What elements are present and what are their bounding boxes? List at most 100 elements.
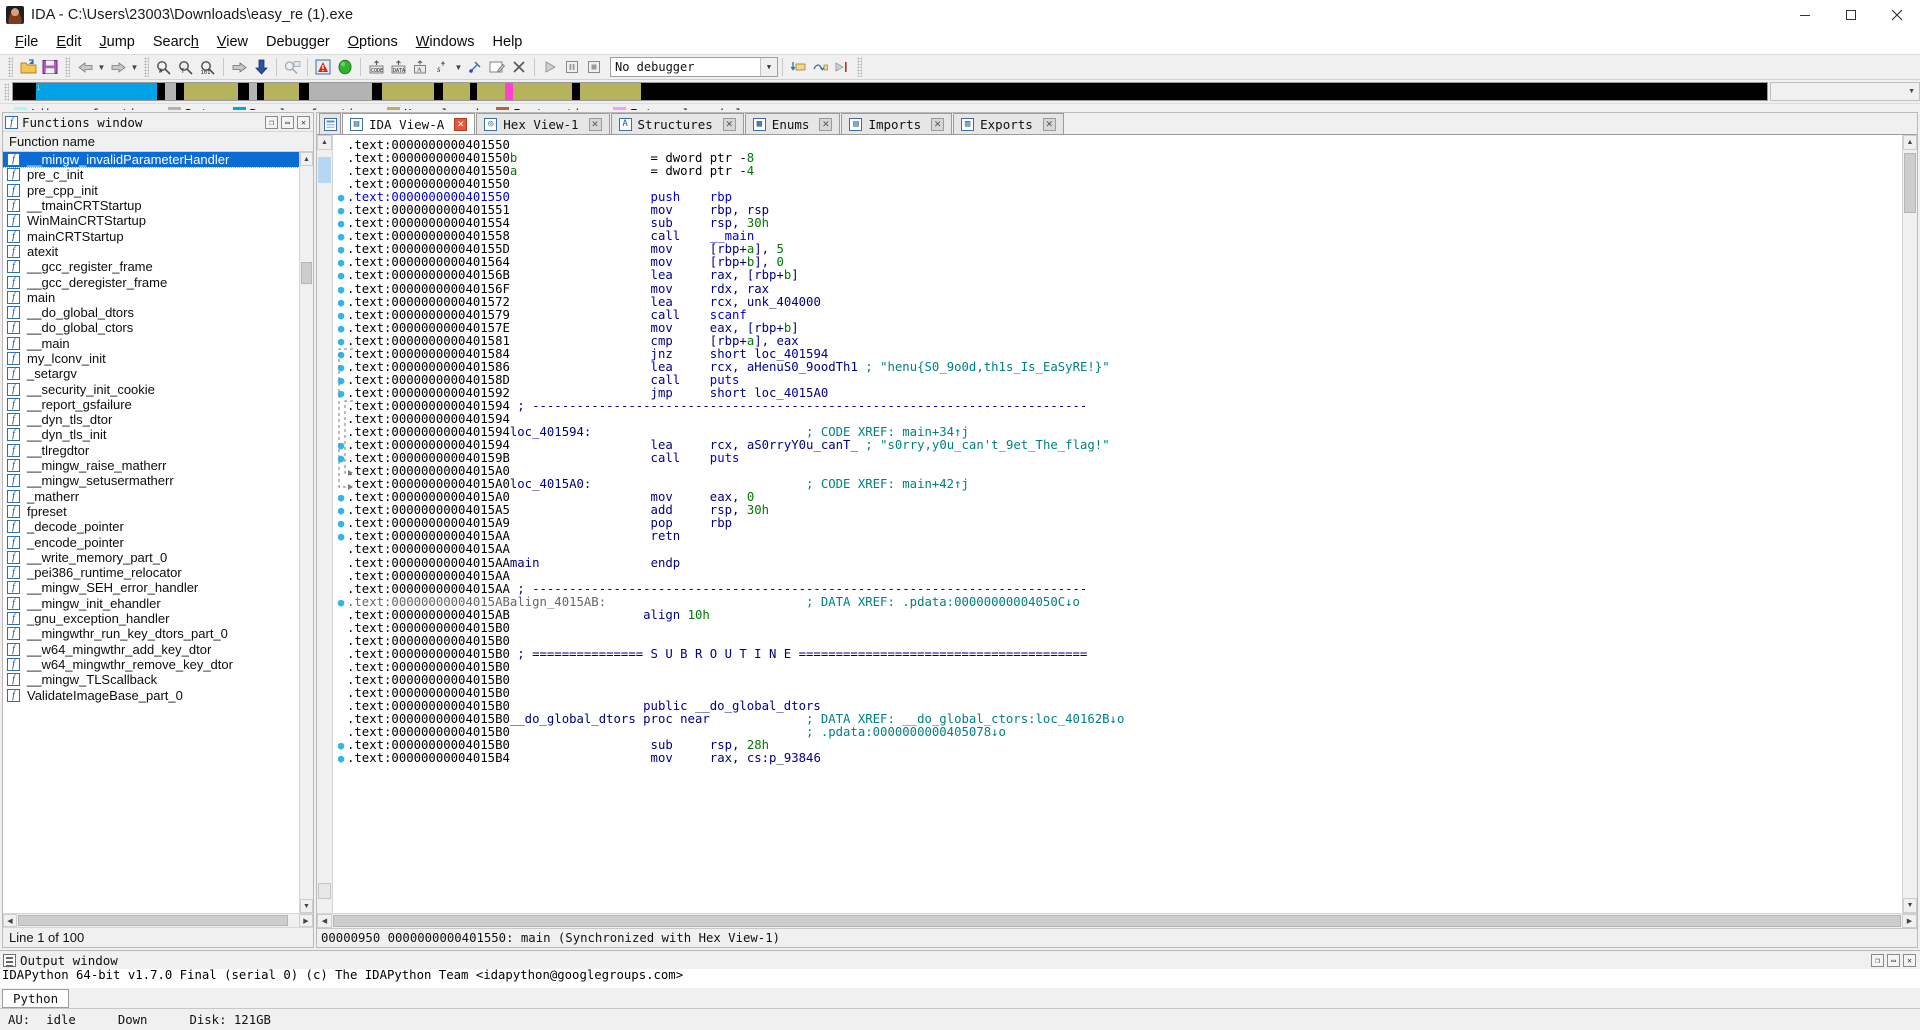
breakpoint-dot-icon[interactable]: ● (335, 584, 347, 595)
menu-options[interactable]: Options (339, 32, 407, 52)
function-list-item[interactable]: f atexit (3, 244, 313, 259)
function-list-item[interactable]: f __security_init_cookie (3, 381, 313, 397)
function-list-item[interactable]: f __gcc_register_frame (3, 259, 313, 274)
navigate-forward-icon[interactable] (107, 56, 129, 78)
navband-scroll-arrow-icon[interactable]: ▼ (1908, 88, 1919, 95)
tab-ida-view-a[interactable]: ▤ IDA View-A ✕ (342, 113, 476, 134)
function-list-item[interactable]: f _setargv (3, 366, 313, 381)
menu-search[interactable]: Search (144, 32, 208, 52)
tab-close-icon[interactable]: ✕ (588, 117, 602, 131)
tab-close-icon[interactable]: ✕ (722, 117, 736, 131)
breakpoint-dot-icon[interactable]: ● (335, 492, 347, 503)
ida-run-green-icon[interactable] (334, 56, 356, 78)
ida-warning-icon[interactable] (312, 56, 334, 78)
functions-hscroll-thumb[interactable] (18, 915, 288, 926)
function-list-item[interactable]: f __mingw_setusermatherr (3, 473, 313, 488)
functions-window-close-button[interactable]: ✕ (297, 115, 310, 129)
code-scroll-up-arrow-icon[interactable]: ▲ (1903, 135, 1917, 150)
function-list-item[interactable]: f __mingw_invalidParameterHandler (3, 152, 313, 169)
disassembly-line[interactable]: ●.text:00000000004015B0 (335, 660, 1902, 674)
disassembly-vertical-scrollbar[interactable]: ▲ ▼ (1902, 135, 1917, 913)
menu-debugger[interactable]: Debugger (257, 32, 339, 52)
breakpoint-dot-icon[interactable]: ● (335, 701, 347, 712)
code-scroll-right-arrow-icon[interactable]: ▶ (1902, 914, 1917, 928)
search-sequence-icon[interactable]: 101 (197, 56, 219, 78)
breakpoint-dot-icon[interactable]: ● (335, 440, 347, 451)
step-into-icon[interactable] (787, 56, 809, 78)
tabs-menu-icon[interactable] (319, 113, 341, 134)
breakpoint-dot-icon[interactable]: ● (335, 166, 347, 177)
disassembly-gutter[interactable]: ▲ (317, 135, 333, 913)
disassembly-line[interactable]: ● .text:000000000040159B call puts (335, 452, 1902, 465)
breakpoint-dot-icon[interactable]: ● (335, 479, 347, 490)
disassembly-line[interactable]: ● .text:00000000004015AB align_4015AB: ; D… (335, 595, 1902, 609)
breakpoint-dot-icon[interactable]: ● (335, 544, 347, 555)
function-list-item[interactable]: f ValidateImageBase_part_0 (3, 687, 313, 703)
code-scroll-down-arrow-icon[interactable]: ▼ (1903, 898, 1917, 913)
function-list-item[interactable]: f main (3, 290, 313, 305)
function-list-item[interactable]: f __gcc_deregister_frame (3, 274, 313, 290)
disassembly-line[interactable]: ● .text:000000000040156B lea rax, [rbp+ b] (335, 269, 1902, 282)
breakpoint-dot-icon[interactable]: ● (335, 257, 347, 268)
back-dropdown-icon[interactable]: ▼ (96, 56, 107, 78)
output-window-float-button[interactable]: ▭ (1887, 953, 1900, 967)
functions-window-float-button[interactable]: ▭ (281, 115, 294, 129)
open-file-icon[interactable] (17, 56, 39, 78)
functions-vertical-scrollbar[interactable]: ▲ ▼ (299, 152, 313, 913)
disassembly-line[interactable]: ●.text:0000000000401594 ; --------------… (335, 399, 1902, 413)
function-list-item[interactable]: f mainCRTStartup (3, 228, 313, 244)
function-list-item[interactable]: f __mingw_TLScallback (3, 672, 313, 687)
navigation-band[interactable]: ↓ (12, 82, 1768, 101)
breakpoint-dot-icon[interactable]: ● (335, 323, 347, 334)
undefine-icon[interactable] (464, 56, 486, 78)
function-list-item[interactable]: f __report_gsfailure (3, 397, 313, 412)
disassembly-line[interactable]: ●.text:00000000004015B0 ; ==============… (335, 647, 1902, 661)
disassembly-listing[interactable]: ●.text:0000000000401550●.text:0000000000… (333, 135, 1902, 765)
gutter-position-thumb[interactable] (318, 157, 331, 183)
minimize-button[interactable] (1782, 0, 1828, 30)
menu-edit[interactable]: Edit (47, 32, 90, 52)
make-struct-icon[interactable]: s (431, 56, 453, 78)
run-to-cursor-icon[interactable] (831, 56, 853, 78)
function-list-item[interactable]: f __do_global_dtors (3, 305, 313, 320)
toolbar-grip[interactable] (8, 57, 13, 77)
forward-dropdown-icon[interactable]: ▼ (129, 56, 140, 78)
breakpoint-dot-icon[interactable]: ● (335, 662, 347, 673)
gutter-up-arrow-icon[interactable]: ▲ (317, 135, 332, 150)
disassembly-line[interactable]: ●.text:00000000004015AAmain endp (335, 556, 1902, 570)
disassembly-horizontal-scrollbar[interactable]: ◀ ▶ (317, 913, 1917, 928)
scroll-down-arrow-icon[interactable]: ▼ (300, 899, 313, 913)
maximize-button[interactable] (1828, 0, 1874, 30)
function-list-item[interactable]: f my_lconv_init (3, 351, 313, 366)
function-list-item[interactable]: f pre_c_init (3, 167, 313, 182)
menu-jump[interactable]: Jump (90, 32, 143, 52)
disassembly-line[interactable]: ●.text:00000000004015B0 (335, 634, 1902, 648)
function-list-item[interactable]: f __tlregdtor (3, 443, 313, 458)
tab-structures[interactable]: A Structures ✕ (610, 113, 744, 134)
tab-exports[interactable]: ▥ Exports ✕ (953, 113, 1064, 134)
disassembly-line[interactable]: ● .text:000000000040158D call puts (335, 373, 1902, 387)
function-list-item[interactable]: f _decode_pointer (3, 519, 313, 534)
function-list-item[interactable]: f __tmainCRTStartup (3, 198, 313, 213)
function-list-item[interactable]: f _pei386_runtime_relocator (3, 565, 313, 580)
breakpoint-dot-icon[interactable]: ● (335, 375, 347, 386)
toolbar-grip-3[interactable] (144, 57, 149, 77)
breakpoint-dot-icon[interactable]: ● (335, 218, 347, 229)
tab-imports[interactable]: ▤ Imports ✕ (841, 113, 953, 134)
menu-help[interactable]: Help (484, 32, 532, 52)
output-window-log[interactable]: IDAPython 64-bit v1.7.0 Final (serial 0)… (0, 969, 1920, 988)
jump-down-icon[interactable] (250, 56, 272, 78)
toolbar-grip-4[interactable] (857, 57, 862, 77)
tab-hex-view-1[interactable]: ◎ Hex View-1 ✕ (476, 113, 610, 134)
debugger-select[interactable]: No debugger ▼ (610, 57, 778, 77)
function-list-item[interactable]: f __mingwthr_run_key_dtors_part_0 (3, 626, 313, 641)
function-list-item[interactable]: f __dyn_tls_init (3, 427, 313, 442)
disassembly-scroll-wrapper[interactable]: ●.text:0000000000401550●.text:0000000000… (333, 135, 1902, 913)
toolbar-grip-2[interactable] (65, 57, 70, 77)
functions-window-restore-button[interactable]: ❐ (265, 115, 278, 129)
breakpoint-dot-icon[interactable]: ● (335, 688, 347, 699)
tab-close-icon[interactable]: ✕ (454, 117, 468, 131)
breakpoint-dot-icon[interactable]: ● (335, 531, 347, 542)
breakpoint-dot-icon[interactable]: ● (335, 140, 347, 151)
navband-scrollbar[interactable]: ▼ (1770, 82, 1920, 101)
